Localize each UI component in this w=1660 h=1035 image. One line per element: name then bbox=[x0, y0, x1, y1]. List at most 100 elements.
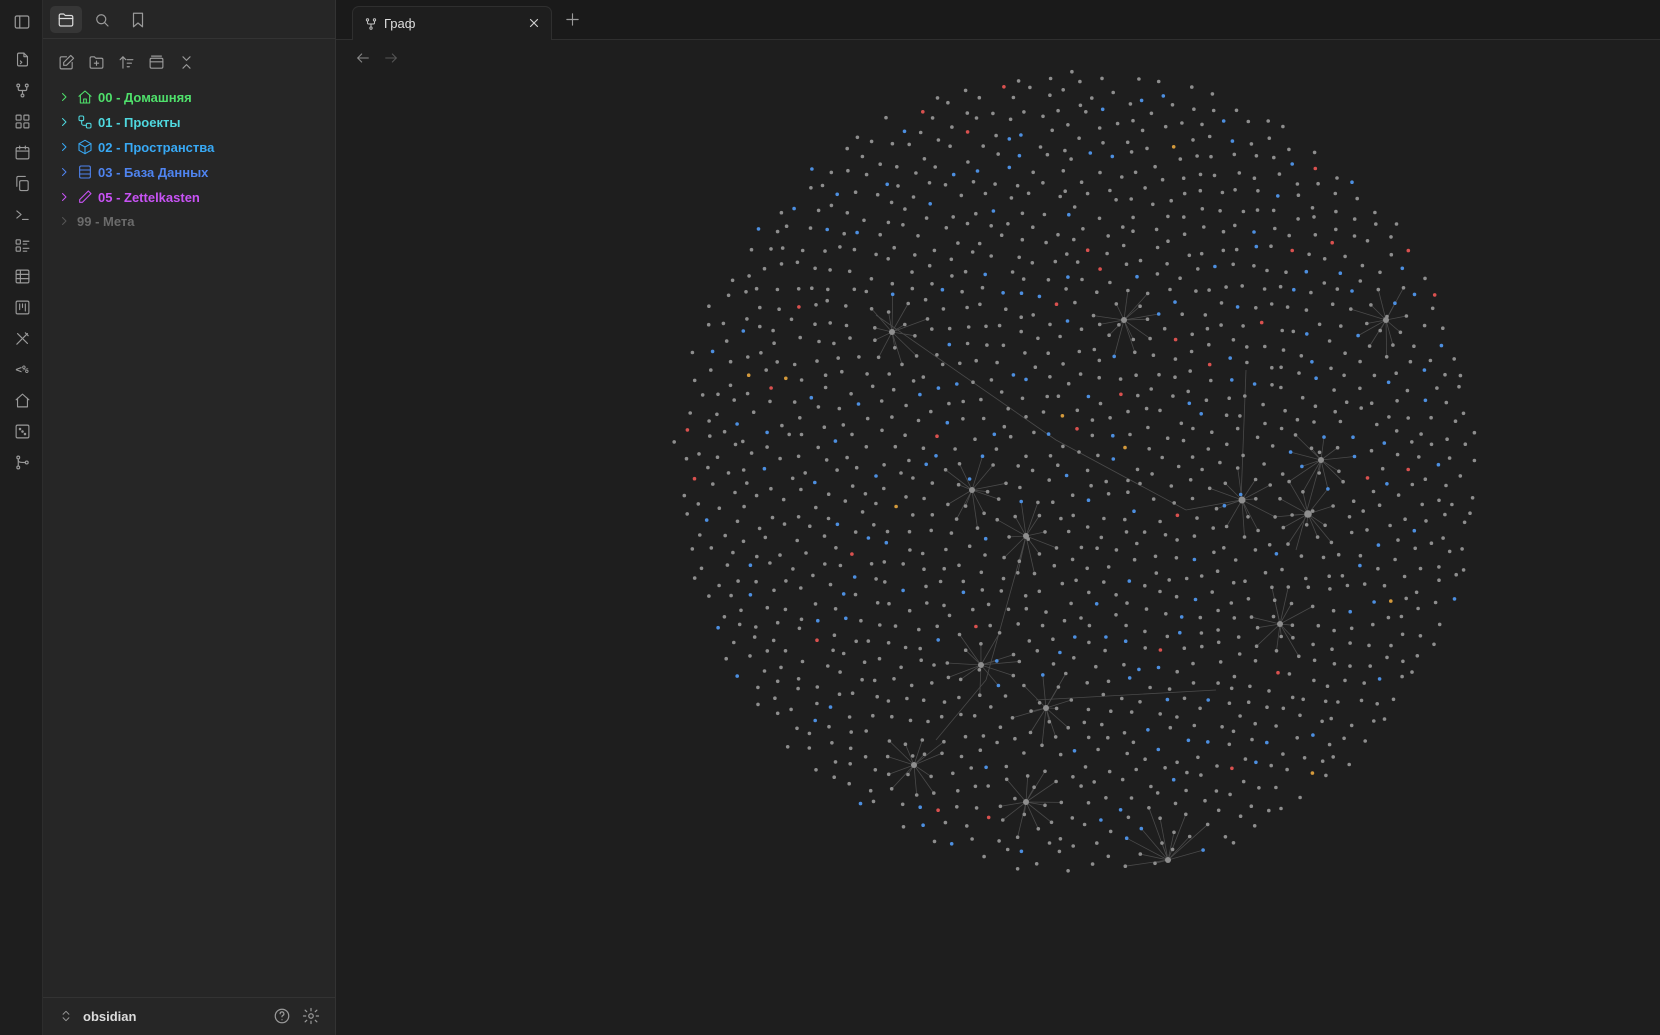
graph-view-icon[interactable] bbox=[11, 79, 33, 101]
graph-node bbox=[758, 305, 762, 310]
graph-node bbox=[1092, 347, 1097, 352]
home-icon[interactable] bbox=[11, 389, 33, 411]
graph-node bbox=[988, 623, 992, 628]
graph-node bbox=[965, 221, 970, 226]
tab-files[interactable] bbox=[50, 6, 82, 33]
graph-node bbox=[943, 183, 948, 187]
graph-node bbox=[1330, 240, 1334, 245]
new-folder-icon[interactable] bbox=[85, 51, 107, 73]
graph-node bbox=[859, 618, 863, 623]
graph-node bbox=[998, 804, 1003, 809]
folder-01-projects[interactable]: 01 - Проекты bbox=[57, 111, 180, 133]
graph-link bbox=[1240, 369, 1247, 501]
graph-node bbox=[1017, 255, 1021, 260]
graph-node bbox=[672, 440, 676, 444]
sidebar-toggle-icon[interactable] bbox=[10, 10, 34, 34]
graph-node bbox=[842, 231, 846, 236]
graph-node bbox=[1232, 152, 1237, 157]
graph-node bbox=[1396, 538, 1400, 542]
graph-node bbox=[1128, 102, 1133, 106]
graph-node bbox=[1051, 662, 1056, 666]
close-icon[interactable] bbox=[527, 16, 543, 32]
graph-node bbox=[706, 465, 710, 470]
collapse-all-icon[interactable] bbox=[175, 51, 197, 73]
graph-node bbox=[870, 384, 875, 389]
graph-node bbox=[1254, 154, 1259, 158]
sort-icon[interactable] bbox=[115, 51, 137, 73]
graph-node bbox=[1043, 530, 1047, 534]
graph-node bbox=[1453, 419, 1458, 424]
graph-node bbox=[935, 434, 939, 439]
graph-node bbox=[1267, 689, 1271, 693]
folder-05-zettelkasten[interactable]: 05 - Zettelkasten bbox=[57, 186, 200, 208]
tab-bookmarks[interactable] bbox=[122, 6, 154, 33]
help-icon[interactable] bbox=[273, 1007, 293, 1027]
graph-node bbox=[896, 184, 900, 188]
auto-reveal-icon[interactable] bbox=[145, 51, 167, 73]
graph-node bbox=[732, 398, 736, 402]
tasks-list-icon[interactable] bbox=[11, 234, 33, 256]
new-tab-plus-icon[interactable] bbox=[564, 11, 582, 29]
folder-00-home[interactable]: 00 - Домашняя bbox=[57, 86, 192, 108]
graph-node bbox=[1058, 837, 1063, 841]
graph-node bbox=[1196, 755, 1200, 760]
graph-node bbox=[1312, 678, 1316, 683]
graph-node bbox=[1020, 396, 1025, 401]
graph-node bbox=[772, 341, 776, 346]
graph-node bbox=[841, 592, 846, 596]
graph-node bbox=[887, 372, 891, 376]
graph-node bbox=[722, 615, 727, 619]
templates-icon[interactable] bbox=[11, 172, 33, 194]
terminal-icon[interactable] bbox=[11, 203, 33, 225]
graph-node bbox=[971, 180, 976, 184]
graph-node bbox=[1161, 94, 1166, 98]
graph-node bbox=[1086, 735, 1091, 740]
graph-node bbox=[900, 802, 905, 807]
graph-node bbox=[914, 354, 919, 358]
graph-node bbox=[1313, 404, 1318, 409]
tab-search[interactable] bbox=[86, 6, 118, 33]
graph-node bbox=[1422, 323, 1427, 328]
main-workspace: Граф bbox=[336, 0, 1660, 1035]
graph-link bbox=[913, 741, 945, 766]
folder-02-spaces[interactable]: 02 - Пространства bbox=[57, 136, 214, 158]
graph-node bbox=[798, 335, 802, 340]
calendar-icon[interactable] bbox=[11, 141, 33, 163]
canvas-icon[interactable] bbox=[11, 110, 33, 132]
graph-node bbox=[907, 608, 912, 613]
kanban-icon[interactable] bbox=[11, 296, 33, 318]
graph-node bbox=[992, 432, 997, 437]
graph-node bbox=[828, 705, 833, 709]
graph-node bbox=[997, 323, 1002, 328]
graph-node bbox=[1188, 478, 1193, 482]
open-quick-switcher-icon[interactable] bbox=[11, 48, 33, 70]
graph-node bbox=[1365, 528, 1369, 532]
graph-node bbox=[939, 714, 944, 719]
graph-view-canvas[interactable] bbox=[336, 40, 1660, 1035]
new-note-icon[interactable] bbox=[55, 51, 77, 73]
dice-icon[interactable] bbox=[11, 420, 33, 442]
graph-node bbox=[1135, 467, 1140, 472]
graph-node bbox=[1154, 227, 1159, 232]
graph-node bbox=[1123, 639, 1128, 643]
graph-node bbox=[810, 167, 814, 171]
graph-node bbox=[1019, 133, 1023, 137]
templater-icon[interactable]: <% bbox=[11, 358, 33, 380]
graph-node bbox=[1224, 285, 1228, 289]
graph-node bbox=[800, 659, 805, 664]
folder-03-database[interactable]: 03 - База Данных bbox=[57, 161, 208, 183]
graph-node bbox=[826, 287, 830, 292]
tab-graph[interactable]: Граф bbox=[352, 6, 552, 40]
excalidraw-icon[interactable] bbox=[11, 327, 33, 349]
table-icon[interactable] bbox=[11, 265, 33, 287]
graph-node bbox=[924, 216, 929, 220]
graph-node bbox=[715, 412, 719, 417]
folder-99-meta[interactable]: 99 - Мета bbox=[57, 210, 135, 232]
graph-node bbox=[965, 341, 970, 346]
tab-bar: Граф bbox=[336, 0, 1660, 40]
vault-switcher[interactable]: obsidian bbox=[59, 1008, 136, 1024]
graph-node bbox=[1090, 862, 1095, 866]
graph-node bbox=[1175, 538, 1179, 542]
settings-gear-icon[interactable] bbox=[302, 1007, 322, 1027]
git-icon[interactable] bbox=[11, 451, 33, 473]
